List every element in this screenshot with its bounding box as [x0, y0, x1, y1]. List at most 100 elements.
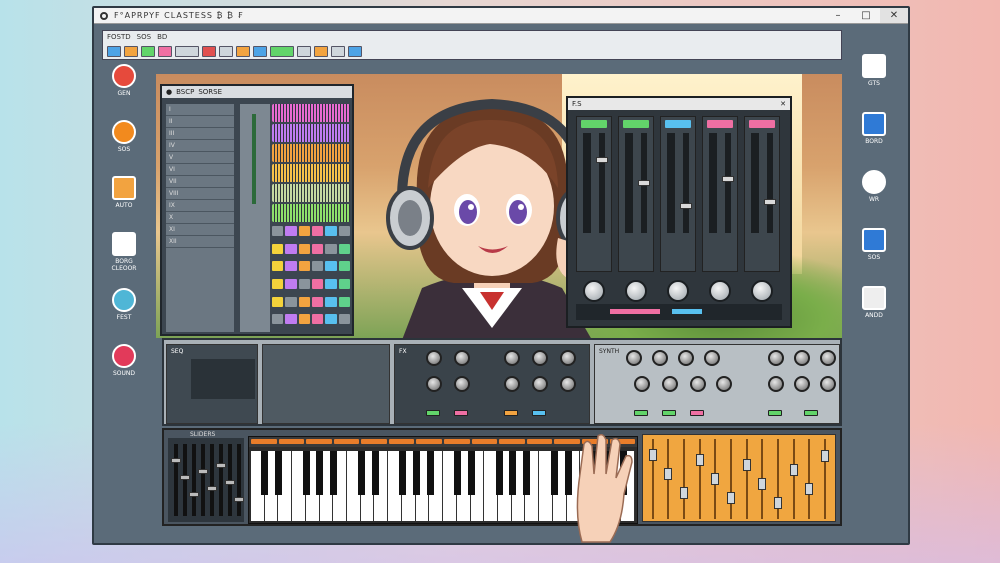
- channel-fader[interactable]: [727, 439, 736, 519]
- fader-cap[interactable]: [648, 449, 657, 461]
- midi-clip[interactable]: [272, 261, 284, 272]
- minimize-button[interactable]: –: [824, 8, 852, 23]
- maximize-button[interactable]: □: [852, 8, 880, 23]
- midi-clip[interactable]: [285, 243, 297, 254]
- sequencer-panel[interactable]: SEQ: [166, 344, 258, 424]
- midi-clip[interactable]: [285, 296, 297, 307]
- channel-fader[interactable]: [789, 439, 798, 519]
- rack-knob[interactable]: [716, 376, 732, 392]
- mixer-close-icon[interactable]: ✕: [780, 100, 786, 108]
- fader-cap[interactable]: [711, 473, 720, 485]
- channel-fader[interactable]: [695, 439, 704, 519]
- left-dock-item[interactable]: SOUND: [102, 344, 146, 377]
- right-dock-item[interactable]: GTS: [852, 54, 896, 87]
- midi-clip[interactable]: [325, 314, 337, 325]
- track-row[interactable]: VIII: [166, 188, 234, 200]
- black-key[interactable]: [454, 451, 462, 495]
- rack-knob[interactable]: [626, 350, 642, 366]
- slider-cap[interactable]: [198, 469, 208, 474]
- midi-clip[interactable]: [298, 226, 310, 236]
- track-row[interactable]: VII: [166, 176, 234, 188]
- mixer-window[interactable]: F.S ✕: [566, 96, 792, 328]
- right-dock-item[interactable]: BORD: [852, 112, 896, 145]
- left-dock-item[interactable]: GEN: [102, 64, 146, 97]
- midi-clip[interactable]: [338, 314, 350, 325]
- slider-track[interactable]: [192, 444, 196, 516]
- fader-cap[interactable]: [789, 464, 798, 476]
- fader-cap[interactable]: [805, 483, 814, 495]
- channel-fader[interactable]: [805, 439, 814, 519]
- rack-button[interactable]: [662, 410, 676, 416]
- midi-clip[interactable]: [325, 261, 337, 272]
- black-key[interactable]: [261, 451, 269, 495]
- midi-clip[interactable]: [311, 243, 324, 254]
- select-icon[interactable]: [175, 46, 199, 57]
- waveform-clip[interactable]: [272, 184, 350, 202]
- black-key[interactable]: [371, 451, 379, 495]
- rack-knob[interactable]: [690, 376, 706, 392]
- sequencer-grid[interactable]: [191, 359, 255, 399]
- fader-track[interactable]: [767, 133, 773, 233]
- slider-track[interactable]: [219, 444, 223, 516]
- fader-cap[interactable]: [727, 492, 736, 504]
- fader-cap[interactable]: [596, 157, 608, 163]
- marker-icon[interactable]: [124, 46, 138, 57]
- slider-cap[interactable]: [180, 475, 190, 480]
- channel-fader[interactable]: [742, 439, 751, 519]
- rack-knob[interactable]: [794, 350, 810, 366]
- pan-knob[interactable]: [625, 280, 647, 302]
- rack-button[interactable]: [634, 410, 648, 416]
- fader-cap[interactable]: [742, 459, 751, 471]
- midi-clip[interactable]: [272, 243, 284, 254]
- fader-cap[interactable]: [758, 478, 767, 490]
- fader-cap[interactable]: [821, 450, 830, 462]
- fader-cap[interactable]: [680, 203, 692, 209]
- fader-cap[interactable]: [695, 454, 704, 466]
- midi-clip[interactable]: [325, 296, 337, 307]
- slider-cap[interactable]: [234, 497, 244, 502]
- rack-knob[interactable]: [768, 376, 784, 392]
- right-dock-item[interactable]: ANDD: [852, 286, 896, 319]
- rack-knob[interactable]: [454, 376, 470, 392]
- rack-knob[interactable]: [704, 350, 720, 366]
- automation-lane[interactable]: [240, 104, 270, 332]
- mix-icon[interactable]: [253, 46, 267, 57]
- rack-button[interactable]: [426, 410, 440, 416]
- midi-clip[interactable]: [298, 278, 310, 289]
- metronome-icon[interactable]: [314, 46, 328, 57]
- black-key[interactable]: [509, 451, 517, 495]
- left-dock-item[interactable]: BORG CLEOOR: [102, 232, 146, 272]
- mixer-channel-strip[interactable]: [702, 116, 738, 272]
- rack-knob[interactable]: [504, 376, 520, 392]
- slider-cap[interactable]: [216, 463, 226, 468]
- channel-fader[interactable]: [680, 439, 689, 519]
- track-row[interactable]: IV: [166, 140, 234, 152]
- midi-clip[interactable]: [272, 226, 284, 236]
- midi-clip[interactable]: [285, 314, 297, 325]
- black-key[interactable]: [495, 451, 503, 495]
- channel-fader[interactable]: [774, 439, 783, 519]
- waveform-clip[interactable]: [272, 104, 350, 122]
- rack-knob[interactable]: [820, 376, 836, 392]
- transport-indicator[interactable]: [610, 309, 660, 314]
- left-dock-item[interactable]: AUTO: [102, 176, 146, 209]
- play-icon[interactable]: ●: [166, 88, 172, 96]
- rack-knob[interactable]: [652, 350, 668, 366]
- right-dock-item[interactable]: SOS: [852, 228, 896, 261]
- midi-clip[interactable]: [298, 261, 310, 272]
- cpu-icon[interactable]: [331, 46, 345, 57]
- record-icon[interactable]: [202, 46, 216, 57]
- left-slider-bank[interactable]: SLIDERS: [168, 431, 244, 522]
- transport-indicator-2[interactable]: [672, 309, 702, 314]
- channel-fader[interactable]: [648, 439, 657, 519]
- pencil-icon[interactable]: [158, 46, 172, 57]
- channel-fader-bank[interactable]: [642, 434, 836, 522]
- slider-track[interactable]: [201, 444, 205, 516]
- midi-clip[interactable]: [311, 314, 324, 325]
- arrangement-window[interactable]: ● BSCP SORSE I II III IV V VI VII VIII IX X XI XII: [160, 84, 354, 336]
- midi-clip[interactable]: [298, 243, 310, 254]
- hand-icon[interactable]: [107, 46, 121, 57]
- rack-knob[interactable]: [794, 376, 810, 392]
- fader-cap[interactable]: [722, 176, 734, 182]
- midi-clip[interactable]: [298, 296, 310, 307]
